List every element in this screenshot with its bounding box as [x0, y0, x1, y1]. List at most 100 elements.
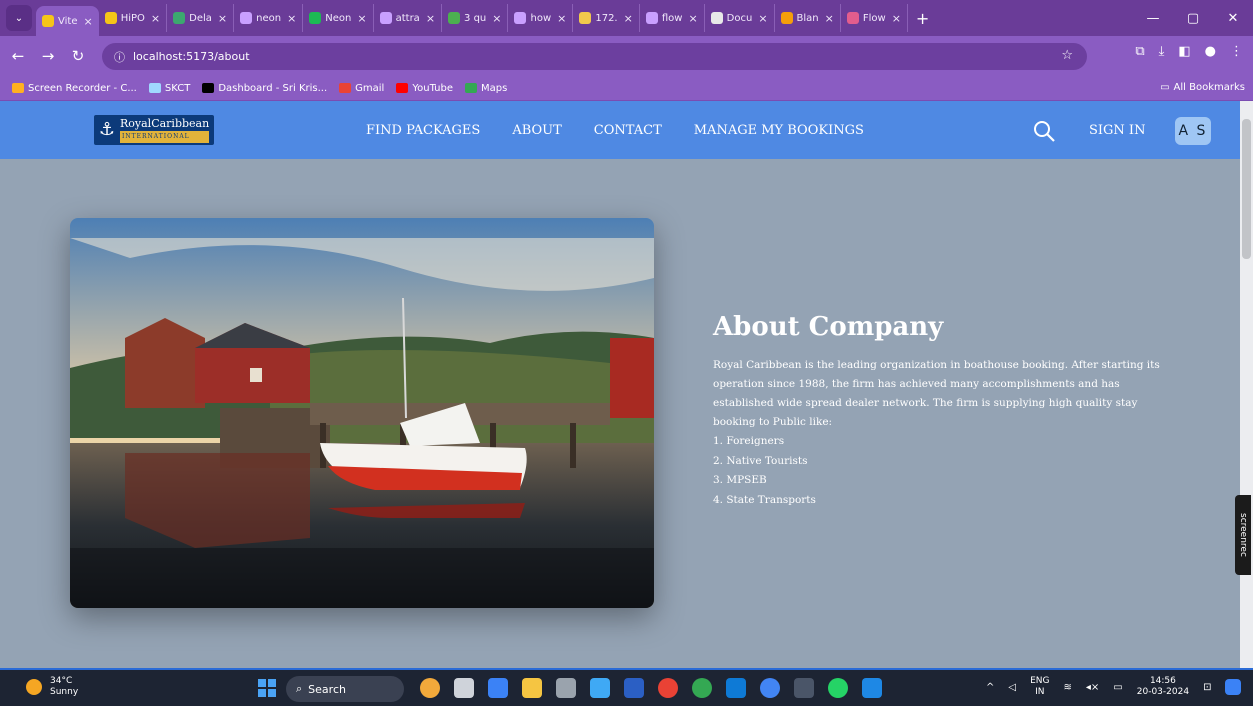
tab-favicon-icon	[309, 12, 322, 24]
tab-close-icon[interactable]: ×	[83, 15, 92, 28]
taskbar-apps	[420, 678, 882, 698]
browser-tab[interactable]: HiPO ×	[99, 4, 168, 32]
wifi-icon[interactable]: ≋	[1064, 682, 1072, 693]
browser-tab[interactable]: Dela ×	[167, 4, 235, 32]
bookmark-favicon-icon	[202, 83, 215, 93]
terminal-icon[interactable]	[794, 678, 814, 698]
logo-subtitle: INTERNATIONAL	[120, 130, 210, 143]
profile-icon[interactable]: ●	[1205, 44, 1216, 59]
tab-close-icon[interactable]: ×	[357, 12, 366, 25]
chrome-icon[interactable]	[658, 678, 678, 698]
tab-close-icon[interactable]: ×	[492, 12, 501, 25]
tab-close-icon[interactable]: ×	[624, 12, 633, 25]
volume-icon[interactable]: ◂×	[1086, 682, 1099, 693]
chrome-2-icon[interactable]	[760, 678, 780, 698]
tab-close-icon[interactable]: ×	[825, 12, 834, 25]
task-view-icon[interactable]	[454, 678, 474, 698]
browser-tab[interactable]: Flow ×	[841, 4, 908, 32]
bookmark-item[interactable]: Screen Recorder - C...	[12, 83, 137, 94]
bookmark-item[interactable]: YouTube	[396, 83, 453, 94]
desktop-app-icon[interactable]	[488, 678, 508, 698]
tab-close-icon[interactable]: ×	[758, 12, 767, 25]
download-icon[interactable]: ⤓	[1159, 44, 1165, 59]
browser-tab[interactable]: flow ×	[640, 4, 705, 32]
app-green-icon[interactable]	[692, 678, 712, 698]
tab-close-icon[interactable]: ×	[688, 12, 697, 25]
tab-close-icon[interactable]: ×	[426, 12, 435, 25]
tab-favicon-icon	[514, 12, 527, 24]
windows-start-icon[interactable]	[258, 679, 276, 697]
browser-tab[interactable]: Docu ×	[705, 4, 775, 32]
battery-icon[interactable]: ▭	[1113, 682, 1122, 693]
vscode-icon[interactable]	[726, 678, 746, 698]
menu-kebab-icon[interactable]: ⋮	[1230, 44, 1243, 59]
nav-contact[interactable]: CONTACT	[594, 123, 662, 138]
royal-caribbean-logo[interactable]: ⚓ RoyalCaribbean INTERNATIONAL	[94, 115, 214, 145]
bookmark-favicon-icon	[148, 83, 161, 93]
about-description: Royal Caribbean is the leading organizat…	[713, 359, 1160, 428]
browser-tab[interactable]: how ×	[508, 4, 574, 32]
tab-close-icon[interactable]: ×	[218, 12, 227, 25]
browser-tab[interactable]: Vite ×	[36, 6, 99, 36]
tab-search-icon[interactable]: ⌄	[6, 5, 32, 31]
bookmark-item[interactable]: SKCT	[148, 83, 190, 94]
close-window-icon[interactable]: ✕	[1213, 11, 1253, 26]
weather-condition: Sunny	[50, 687, 79, 697]
bookmark-item[interactable]: Dashboard - Sri Kris...	[202, 83, 327, 94]
new-tab-button[interactable]: +	[916, 9, 929, 28]
browser-tab[interactable]: Neon ×	[303, 4, 374, 32]
page-scrollbar[interactable]	[1240, 101, 1253, 668]
bookmark-label: Maps	[481, 82, 508, 94]
sidepanel-icon[interactable]: ◧	[1178, 44, 1190, 59]
sign-in-link[interactable]: SIGN IN	[1089, 123, 1145, 138]
site-info-icon[interactable]: ⓘ	[114, 49, 125, 65]
browser-tab[interactable]: neon ×	[234, 4, 304, 32]
nav-find-packages[interactable]: FIND PACKAGES	[366, 123, 480, 138]
all-bookmarks[interactable]: ▭ All Bookmarks	[1160, 82, 1245, 93]
nav-manage-bookings[interactable]: MANAGE MY BOOKINGS	[694, 123, 864, 138]
restore-icon[interactable]: ▢	[1173, 11, 1213, 26]
magnifier-icon: ⌕	[296, 682, 303, 695]
forward-icon[interactable]: →	[36, 47, 60, 65]
bookmark-item[interactable]: Gmail	[339, 83, 384, 94]
tab-close-icon[interactable]: ×	[287, 12, 296, 25]
bookmark-item[interactable]: Maps	[465, 83, 507, 94]
notification-icon[interactable]: ⊡	[1203, 682, 1211, 693]
user-avatar[interactable]: A S	[1175, 117, 1211, 145]
reload-icon[interactable]: ↻	[66, 47, 90, 65]
search-icon[interactable]	[1032, 119, 1056, 143]
bookmark-label: Dashboard - Sri Kris...	[218, 82, 328, 94]
photos-icon[interactable]	[862, 678, 882, 698]
notepad-icon[interactable]	[590, 678, 610, 698]
language-indicator[interactable]: ENG IN	[1030, 676, 1049, 698]
file-explorer-icon[interactable]	[522, 678, 542, 698]
app-icon[interactable]	[556, 678, 576, 698]
nav-about[interactable]: ABOUT	[512, 123, 561, 138]
browser-tab[interactable]: 172. ×	[573, 4, 640, 32]
whatsapp-icon[interactable]	[828, 678, 848, 698]
bookmark-star-icon[interactable]: ☆	[1061, 48, 1073, 63]
minimize-icon[interactable]: —	[1133, 11, 1173, 26]
browser-tab[interactable]: 3 qu ×	[442, 4, 509, 32]
taskbar-search[interactable]: ⌕ Search	[286, 676, 404, 702]
tab-label: neon	[256, 12, 282, 24]
tab-close-icon[interactable]: ×	[892, 12, 901, 25]
clock[interactable]: 14:56 20-03-2024	[1137, 676, 1189, 698]
browser-tab[interactable]: attra ×	[374, 4, 443, 32]
back-icon[interactable]: ←	[6, 47, 30, 65]
bookmark-label: Gmail	[355, 82, 385, 94]
pen-icon[interactable]: ◁	[1008, 682, 1016, 693]
tab-close-icon[interactable]: ×	[151, 12, 160, 25]
scrollbar-thumb[interactable]	[1242, 119, 1251, 259]
screenrec-overlay[interactable]: screenrec	[1235, 495, 1251, 575]
extensions-icon[interactable]: ⧉	[1135, 44, 1144, 59]
browser-tab[interactable]: Blan ×	[775, 4, 841, 32]
weather-widget[interactable]: 34°C Sunny	[26, 676, 78, 698]
app-tray-icon[interactable]	[1225, 679, 1242, 695]
word-icon[interactable]	[624, 678, 644, 698]
copilot-icon[interactable]	[420, 678, 440, 698]
site-header: ⚓ RoyalCaribbean INTERNATIONAL FIND PACK…	[0, 101, 1240, 159]
tray-expand-icon[interactable]: ^	[986, 682, 994, 693]
tab-close-icon[interactable]: ×	[557, 12, 566, 25]
address-bar[interactable]: ⓘ localhost:5173/about ☆	[102, 43, 1087, 70]
